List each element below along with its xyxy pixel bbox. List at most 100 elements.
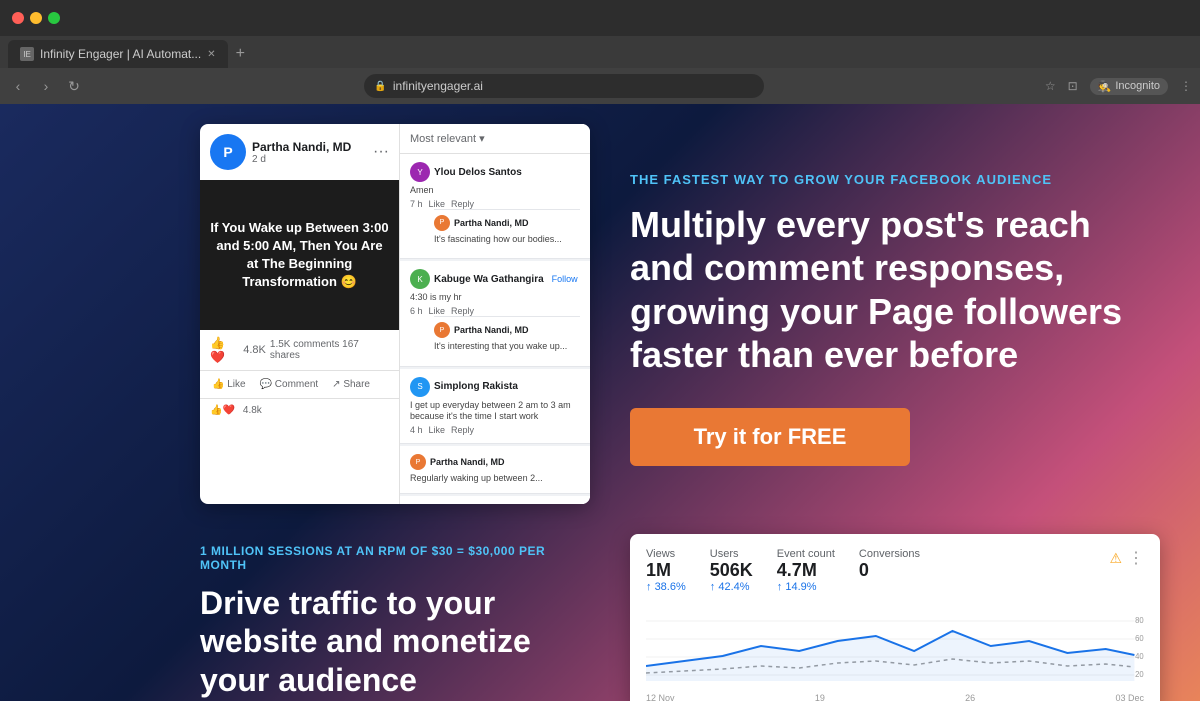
- metric-users: Users 506K 42.4%: [710, 548, 753, 593]
- address-bar: ‹ › ↻ 🔒 infinityengager.ai ☆ ⊡ 🕵 Incogni…: [0, 68, 1200, 104]
- reply-text-2: It's interesting that you wake up...: [434, 341, 580, 353]
- incognito-icon: 🕵: [1098, 80, 1112, 93]
- bottom-reaction-icons: 👍❤️: [210, 405, 235, 416]
- fb-post-bottom: 👍❤️ 4.8k: [200, 399, 399, 422]
- menu-icon[interactable]: ⋮: [1180, 79, 1192, 93]
- fb-author-info: Partha Nandi, MD 2 d: [252, 140, 373, 165]
- new-tab-button[interactable]: +: [228, 40, 253, 68]
- incognito-label: Incognito: [1115, 80, 1160, 92]
- reply-author-1: Partha Nandi, MD: [454, 218, 529, 228]
- fb-comments-header: Most relevant ▾: [400, 124, 590, 154]
- metric-conversions: Conversions 0: [859, 548, 920, 593]
- svg-text:20K: 20K: [1135, 670, 1144, 679]
- browser-titlebar: [0, 0, 1200, 36]
- comment-text-2: 4:30 is my hr: [410, 292, 580, 304]
- comment-avatar-4: P: [410, 454, 426, 470]
- maximize-button[interactable]: [48, 12, 60, 24]
- comment-actions-3: 4 hLikeReply: [410, 425, 580, 435]
- tab-bar: IE Infinity Engager | AI Automat... ✕ +: [0, 36, 1200, 68]
- forward-button[interactable]: ›: [36, 78, 56, 94]
- reply-avatar-1: P: [434, 215, 450, 231]
- fb-reply-1: P Partha Nandi, MD It's fascinating how …: [434, 209, 580, 251]
- hero-text-section: THE FASTEST WAY TO GROW YOUR FACEBOOK AU…: [630, 124, 1160, 514]
- date-label-2: 19: [815, 693, 825, 701]
- url-input[interactable]: 🔒 infinityengager.ai: [364, 74, 764, 98]
- metric-conversions-value: 0: [859, 560, 920, 581]
- fb-more-icon[interactable]: ···: [373, 143, 389, 161]
- extensions-icon[interactable]: ⊡: [1068, 79, 1078, 93]
- svg-text:60K: 60K: [1135, 634, 1144, 643]
- bookmark-icon[interactable]: ☆: [1045, 79, 1056, 93]
- fb-comment-4: P Partha Nandi, MD Regularly waking up b…: [400, 446, 590, 494]
- close-button[interactable]: [12, 12, 24, 24]
- metric-events-label: Event count: [777, 548, 835, 560]
- hero-subtitle: THE FASTEST WAY TO GROW YOUR FACEBOOK AU…: [630, 172, 1160, 187]
- main-content: P Partha Nandi, MD 2 d ··· If You Wake u…: [0, 104, 1200, 701]
- active-tab[interactable]: IE Infinity Engager | AI Automat... ✕: [8, 40, 228, 68]
- bottom-left: 1 MILLION SESSIONS AT AN RPM OF $30 = $3…: [200, 534, 590, 701]
- address-bar-right: ☆ ⊡ 🕵 Incognito ⋮: [1045, 78, 1192, 95]
- fb-comment-5: B Bokobo Topo Amen 🙏 4 hLikeReply P Part…: [400, 496, 590, 504]
- bottom-title: Drive traffic to your website and moneti…: [200, 584, 590, 701]
- analytics-menu-icon[interactable]: ⋮: [1128, 548, 1144, 568]
- fb-comment-1: Y Ylou Delos Santos Amen 7 hLikeReply P …: [400, 154, 590, 259]
- chart-date-labels: 12 Nov 19 26 03 Dec: [646, 693, 1144, 701]
- follow-button-2[interactable]: Follow: [552, 274, 578, 284]
- date-label-3: 26: [965, 693, 975, 701]
- metric-users-label: Users: [710, 548, 753, 560]
- fb-reply-2: P Partha Nandi, MD It's interesting that…: [434, 316, 580, 358]
- most-relevant-label: Most relevant ▾: [410, 132, 485, 145]
- tab-favicon: IE: [20, 47, 34, 61]
- analytics-card: Views 1M 38.6% Users 506K 42.4% Event co…: [630, 534, 1160, 701]
- comment-author-3: Simplong Rakista: [434, 381, 518, 392]
- back-button[interactable]: ‹: [8, 78, 28, 94]
- comment-actions-2: 6 hLikeReply: [410, 306, 580, 316]
- comments-count: 1.5K comments 167 shares: [270, 339, 389, 361]
- metric-events-change: 14.9%: [777, 581, 835, 593]
- metric-conversions-label: Conversions: [859, 548, 920, 560]
- url-text: infinityengager.ai: [393, 79, 483, 93]
- reply-avatar-2: P: [434, 322, 450, 338]
- traffic-lights: [12, 12, 60, 24]
- reply-author-2: Partha Nandi, MD: [454, 325, 529, 335]
- metric-events-value: 4.7M: [777, 560, 835, 581]
- hero-title: Multiply every post's reach and comment …: [630, 203, 1160, 376]
- comment-author-2: Kabuge Wa Gathangira: [434, 274, 544, 285]
- fb-post-header: P Partha Nandi, MD 2 d ···: [200, 124, 399, 180]
- svg-text:40K: 40K: [1135, 652, 1144, 661]
- comment-author-4: Partha Nandi, MD: [430, 457, 505, 467]
- metric-views-change: 38.6%: [646, 581, 686, 593]
- refresh-button[interactable]: ↻: [64, 78, 84, 95]
- reaction-icons: 👍❤️: [210, 336, 239, 364]
- bottom-section: 1 MILLION SESSIONS AT AN RPM OF $30 = $3…: [0, 534, 1200, 701]
- minimize-button[interactable]: [30, 12, 42, 24]
- fb-reactions-bar: 👍❤️ 4.8K 1.5K comments 167 shares: [200, 330, 399, 371]
- like-button[interactable]: 👍 Like: [206, 375, 252, 394]
- comment-avatar-1: Y: [410, 162, 430, 182]
- comment-avatar-3: S: [410, 377, 430, 397]
- comment-text-1: Amen: [410, 185, 580, 197]
- metric-views-value: 1M: [646, 560, 686, 581]
- cta-button[interactable]: Try it for FREE: [630, 408, 910, 466]
- comment-text-3: I get up everyday between 2 am to 3 am b…: [410, 400, 580, 423]
- fb-post-image: If You Wake up Between 3:00 and 5:00 AM,…: [200, 180, 399, 330]
- fb-comment-3: S Simplong Rakista I get up everyday bet…: [400, 369, 590, 444]
- tab-title: Infinity Engager | AI Automat...: [40, 47, 201, 61]
- metric-views-label: Views: [646, 548, 686, 560]
- reactions-count: 4.8K: [243, 344, 266, 356]
- comment-button[interactable]: 💬 Comment: [254, 375, 325, 394]
- fb-comment-2: K Kabuge Wa Gathangira Follow 4:30 is my…: [400, 261, 590, 366]
- comment-avatar-2: K: [410, 269, 430, 289]
- top-section: P Partha Nandi, MD 2 d ··· If You Wake u…: [0, 104, 1200, 534]
- fb-author-name: Partha Nandi, MD: [252, 140, 373, 154]
- share-button[interactable]: ↗ Share: [326, 375, 376, 394]
- fb-comments-panel: Most relevant ▾ Y Ylou Delos Santos Amen…: [400, 124, 590, 504]
- incognito-indicator: 🕵 Incognito: [1090, 78, 1168, 95]
- date-label-4: 03 Dec: [1115, 693, 1144, 701]
- tab-close-icon[interactable]: ✕: [207, 49, 215, 60]
- metric-events: Event count 4.7M 14.9%: [777, 548, 835, 593]
- analytics-metrics: Views 1M 38.6% Users 506K 42.4% Event co…: [646, 548, 920, 593]
- bottom-reactions-count: 4.8k: [243, 405, 262, 416]
- fb-post-text: If You Wake up Between 3:00 and 5:00 AM,…: [210, 219, 389, 292]
- analytics-chart: 80K 60K 40K 20K: [646, 611, 1144, 691]
